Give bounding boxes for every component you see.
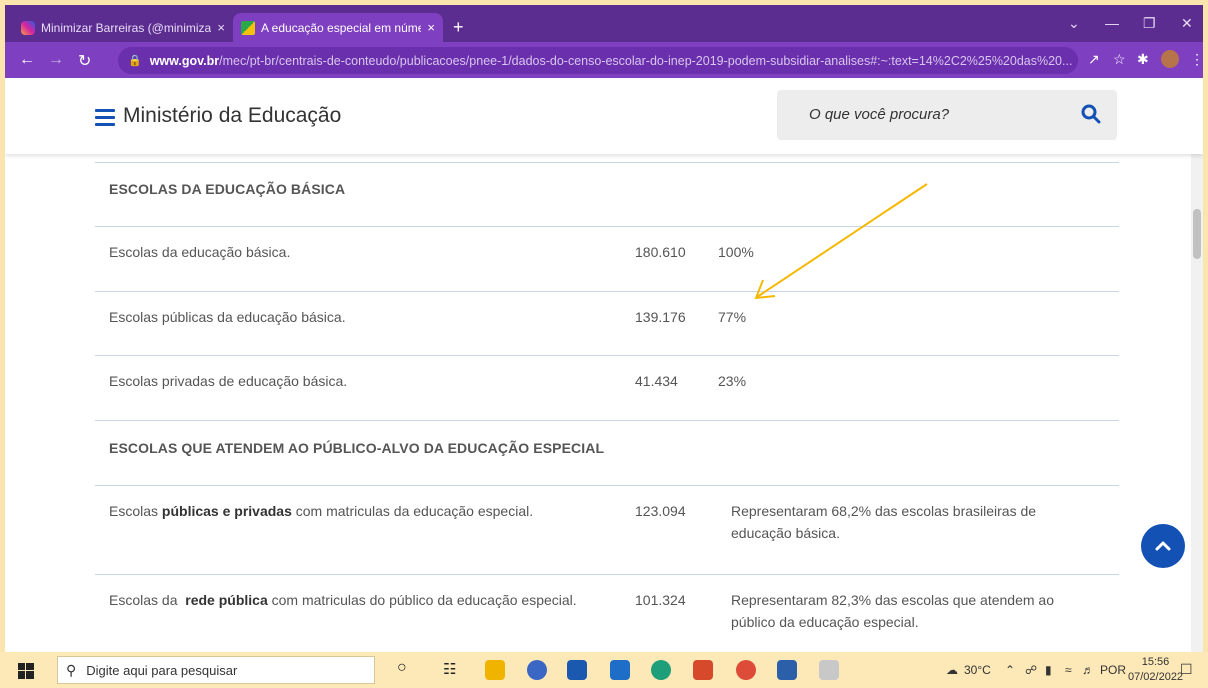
edge-icon[interactable] [651,660,671,680]
address-bar[interactable]: 🔒 www.gov.br/mec/pt-br/centrais-de-conte… [118,47,1078,74]
file-explorer-icon[interactable] [485,660,505,680]
tab-gov[interactable]: A educação especial em número × [233,13,443,42]
store-icon[interactable] [567,660,587,680]
notifications-icon[interactable]: ☐ [1180,661,1193,678]
clock[interactable]: 15:56 07/02/2022 [1128,655,1183,685]
restore-icon[interactable]: ❐ [1143,15,1156,32]
paint-icon[interactable] [819,660,839,680]
windows-start-icon[interactable] [18,663,34,679]
minimize-icon[interactable]: — [1105,15,1119,31]
search-icon: ⚲ [66,661,77,678]
browser-tab-bar: Minimizar Barreiras (@minimizar × A educ… [5,5,1203,42]
close-window-icon[interactable]: ✕ [1181,15,1193,32]
instagram-icon [21,20,35,35]
windows-taskbar: ⚲ Digite aqui para pesquisar ○ ☷ ☁ 30°C … [0,652,1208,688]
mail-icon[interactable] [610,660,630,680]
taskbar-search-input[interactable]: ⚲ Digite aqui para pesquisar [57,656,375,684]
globe-app-icon[interactable] [527,660,547,680]
word-icon[interactable] [777,660,797,680]
battery-icon[interactable]: ▮ [1045,663,1052,677]
tab-title: Minimizar Barreiras (@minimizar [41,20,212,35]
powerpoint-icon[interactable] [693,660,713,680]
web-page: Ministério da Educação O que você procur… [5,78,1203,652]
task-view-icon[interactable]: ☷ [443,660,456,678]
language-indicator[interactable]: POR [1100,663,1126,677]
chevron-up-icon [1155,541,1171,551]
lock-icon: 🔒 [128,55,142,67]
url-path: /mec/pt-br/centrais-de-conteudo/publicac… [219,53,1073,68]
back-icon[interactable]: ← [19,51,35,69]
clock-time: 15:56 [1141,656,1170,668]
new-tab-button[interactable]: + [453,17,464,38]
taskbar-search-placeholder: Digite aqui para pesquisar [86,662,238,678]
clock-date: 07/02/2022 [1128,671,1184,683]
close-tab-icon[interactable]: × [427,20,435,35]
browser-toolbar: ← → ↻ 🔒 www.gov.br/mec/pt-br/centrais-de… [5,42,1204,78]
tab-instagram[interactable]: Minimizar Barreiras (@minimizar × [13,13,233,42]
profile-avatar[interactable] [1161,50,1179,68]
back-to-top-button[interactable] [1141,524,1185,568]
annotation-arrow-icon [754,183,928,300]
extensions-icon[interactable]: ✱ [1137,51,1149,68]
forward-icon[interactable]: → [48,51,64,69]
network-icon[interactable]: ☍ [1025,663,1037,677]
url-domain: www.gov.br [149,53,220,68]
bookmark-star-icon[interactable]: ☆ [1113,51,1126,68]
close-tab-icon[interactable]: × [217,20,225,35]
volume-icon[interactable]: ♬ [1082,663,1094,677]
tab-title: A educação especial em número [261,20,422,35]
tab-search-icon[interactable]: ⌄ [1068,15,1080,32]
chrome-icon[interactable] [736,660,756,680]
share-icon[interactable]: ↗ [1088,51,1100,68]
tray-chevron-up-icon[interactable]: ⌃ [1005,663,1015,677]
weather-temp[interactable]: 30°C [964,663,991,677]
gov-favicon-icon [241,20,255,35]
cortana-icon[interactable]: ○ [397,659,407,677]
reload-icon[interactable]: ↻ [78,51,91,71]
wifi-icon[interactable]: ≈ [1065,663,1072,677]
weather-icon[interactable]: ☁ [946,663,958,677]
menu-dots-icon[interactable]: ⋮ [1190,51,1204,68]
